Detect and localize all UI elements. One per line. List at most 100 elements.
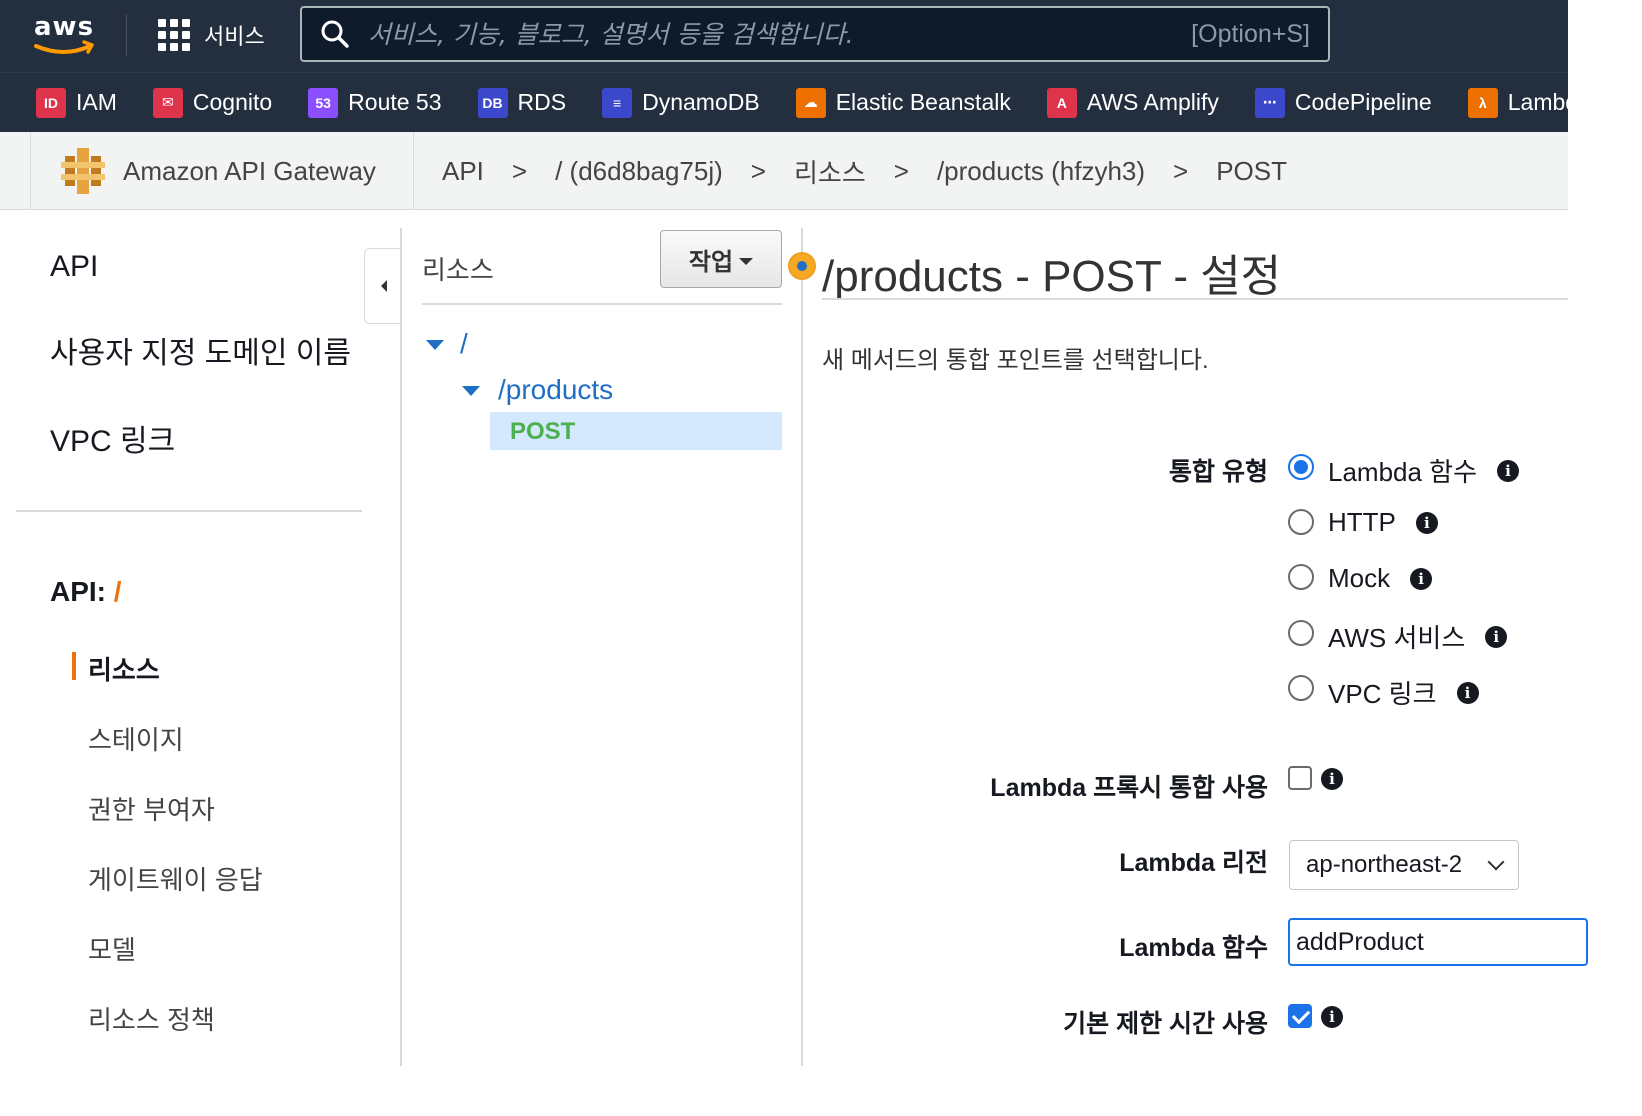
- favorite-lambda[interactable]: λ Lambda: [1467, 87, 1568, 118]
- aws-logo[interactable]: aws: [32, 12, 98, 58]
- api-label-prefix: API:: [50, 576, 106, 607]
- favorite-label: AWS Amplify: [1086, 89, 1219, 115]
- info-icon[interactable]: i: [1410, 567, 1433, 590]
- sidebar-item-vpc-links[interactable]: VPC 링크: [50, 416, 175, 460]
- breadcrumb-item-resources[interactable]: 리소스: [794, 153, 866, 190]
- breadcrumb-item-post: POST: [1216, 155, 1288, 186]
- info-icon[interactable]: i: [1456, 681, 1479, 704]
- api-name-label: API: /: [50, 576, 122, 608]
- favorite-iam[interactable]: ID IAM: [36, 87, 117, 118]
- breadcrumb-item-api-root[interactable]: / (d6d8bag75j): [555, 156, 723, 187]
- radio-http[interactable]: [1288, 509, 1314, 535]
- chevron-down-icon: [1487, 853, 1505, 871]
- route53-icon: 53: [308, 87, 339, 118]
- amplify-icon: A: [1046, 87, 1077, 118]
- services-menu-button[interactable]: 서비스: [158, 18, 265, 52]
- radio-label-vpc-link: VPC 링크: [1328, 679, 1437, 709]
- tree-item-post-method[interactable]: POST: [490, 412, 782, 450]
- favorite-label: CodePipeline: [1294, 89, 1432, 115]
- radio-option-aws-service: AWS 서비스 i: [1328, 618, 1508, 655]
- favorite-route53[interactable]: 53 Route 53: [308, 87, 442, 118]
- lambda-icon: λ: [1467, 87, 1498, 118]
- info-icon[interactable]: i: [1485, 625, 1508, 648]
- breadcrumb-separator: >: [893, 155, 909, 186]
- grid-menu-icon: [158, 19, 190, 51]
- radio-label-http: HTTP: [1328, 507, 1396, 537]
- sidebar-item-gateway-responses[interactable]: 게이트웨이 응답: [88, 860, 263, 897]
- left-sidebar: API 사용자 지정 도메인 이름 VPC 링크 API: / 리소스 스테이지…: [0, 210, 400, 1066]
- search-box[interactable]: [Option+S]: [300, 6, 1330, 62]
- actions-label: 작업: [688, 247, 734, 276]
- favorites-bar: ID IAM ✉ Cognito 53 Route 53 DB RDS ≡ Dy…: [0, 72, 1568, 132]
- breadcrumb: API > / (d6d8bag75j) > 리소스 > /products (…: [442, 132, 1287, 210]
- sidebar-item-custom-domains[interactable]: 사용자 지정 도메인 이름: [50, 328, 351, 372]
- favorite-elastic-beanstalk[interactable]: ☁ Elastic Beanstalk: [795, 87, 1011, 118]
- collapse-sidebar-button[interactable]: [364, 248, 402, 324]
- tree-expand-root-icon[interactable]: [426, 340, 444, 350]
- radio-option-lambda: Lambda 함수 i: [1328, 452, 1520, 489]
- favorite-cognito[interactable]: ✉ Cognito: [152, 87, 272, 118]
- beanstalk-icon: ☁: [795, 87, 826, 118]
- services-label: 서비스: [204, 24, 265, 49]
- radio-mock[interactable]: [1288, 564, 1314, 590]
- actions-dropdown-button[interactable]: 작업: [660, 230, 782, 288]
- lambda-region-select[interactable]: ap-northeast-2: [1289, 840, 1519, 890]
- resources-panel-title: 리소스: [422, 255, 494, 285]
- breadcrumb-bar: Amazon API Gateway API > / (d6d8bag75j) …: [0, 132, 1568, 210]
- sidebar-item-stages[interactable]: 스테이지: [88, 720, 184, 757]
- cognito-icon: ✉: [152, 87, 183, 118]
- lambda-proxy-label: Lambda 프록시 통합 사용: [990, 774, 1268, 802]
- panel-divider: [400, 228, 402, 1066]
- sidebar-divider: [16, 510, 362, 512]
- search-input[interactable]: [350, 8, 1192, 60]
- lambda-function-input[interactable]: [1288, 918, 1588, 966]
- search-shortcut-hint: [Option+S]: [1191, 19, 1310, 48]
- lambda-region-label: Lambda 리전: [1119, 849, 1268, 877]
- info-icon[interactable]: i: [1497, 459, 1520, 482]
- breadcrumb-item-products[interactable]: /products (hfzyh3): [937, 156, 1145, 187]
- sidebar-item-models[interactable]: 모델: [88, 930, 136, 967]
- active-indicator: [72, 652, 76, 680]
- lambda-proxy-checkbox[interactable]: [1288, 766, 1312, 790]
- sidebar-item-resources[interactable]: 리소스: [88, 650, 160, 687]
- favorite-label: Route 53: [348, 89, 442, 115]
- breadcrumb-separator: >: [750, 155, 766, 186]
- integration-type-label: 통합 유형: [1169, 458, 1268, 486]
- page-description: 새 메서드의 통합 포인트를 선택합니다.: [822, 347, 1209, 374]
- method-label: POST: [510, 418, 576, 445]
- favorite-label: RDS: [517, 89, 567, 115]
- tree-expand-products-icon[interactable]: [462, 386, 480, 396]
- info-icon[interactable]: i: [1415, 511, 1438, 534]
- sidebar-item-resource-policy[interactable]: 리소스 정책: [88, 1000, 215, 1037]
- service-name: Amazon API Gateway: [123, 155, 376, 186]
- info-icon[interactable]: i: [1321, 768, 1343, 790]
- info-icon[interactable]: i: [1321, 1006, 1343, 1028]
- tree-item-root[interactable]: /: [460, 328, 468, 360]
- favorite-codepipeline[interactable]: ⋯ CodePipeline: [1254, 87, 1432, 118]
- radio-label-lambda: Lambda 함수: [1328, 457, 1478, 487]
- caret-left-icon: [380, 280, 387, 292]
- sidebar-item-authorizers[interactable]: 권한 부여자: [88, 790, 215, 827]
- radio-lambda-function[interactable]: [1288, 454, 1314, 480]
- favorite-label: Elastic Beanstalk: [835, 89, 1011, 115]
- favorite-aws-amplify[interactable]: A AWS Amplify: [1046, 87, 1219, 118]
- api-gateway-icon: [61, 148, 105, 194]
- favorite-dynamodb[interactable]: ≡ DynamoDB: [602, 87, 760, 118]
- radio-vpc-link[interactable]: [1288, 675, 1314, 701]
- radio-option-mock: Mock i: [1328, 563, 1433, 594]
- favorite-rds[interactable]: DB RDS: [477, 87, 567, 118]
- caret-down-icon: [739, 257, 754, 265]
- resize-handle[interactable]: [788, 252, 816, 280]
- title-divider: [822, 298, 1568, 300]
- resources-divider: [422, 303, 782, 305]
- rds-icon: DB: [477, 87, 508, 118]
- sidebar-item-api[interactable]: API: [50, 250, 98, 284]
- radio-aws-service[interactable]: [1288, 620, 1314, 646]
- service-header[interactable]: Amazon API Gateway: [30, 132, 414, 210]
- nav-separator: [126, 14, 127, 56]
- radio-option-http: HTTP i: [1328, 507, 1438, 538]
- breadcrumb-separator: >: [511, 155, 528, 186]
- default-timeout-checkbox[interactable]: [1288, 1004, 1312, 1028]
- tree-item-products[interactable]: /products: [498, 374, 613, 406]
- breadcrumb-item-api[interactable]: API: [442, 156, 484, 187]
